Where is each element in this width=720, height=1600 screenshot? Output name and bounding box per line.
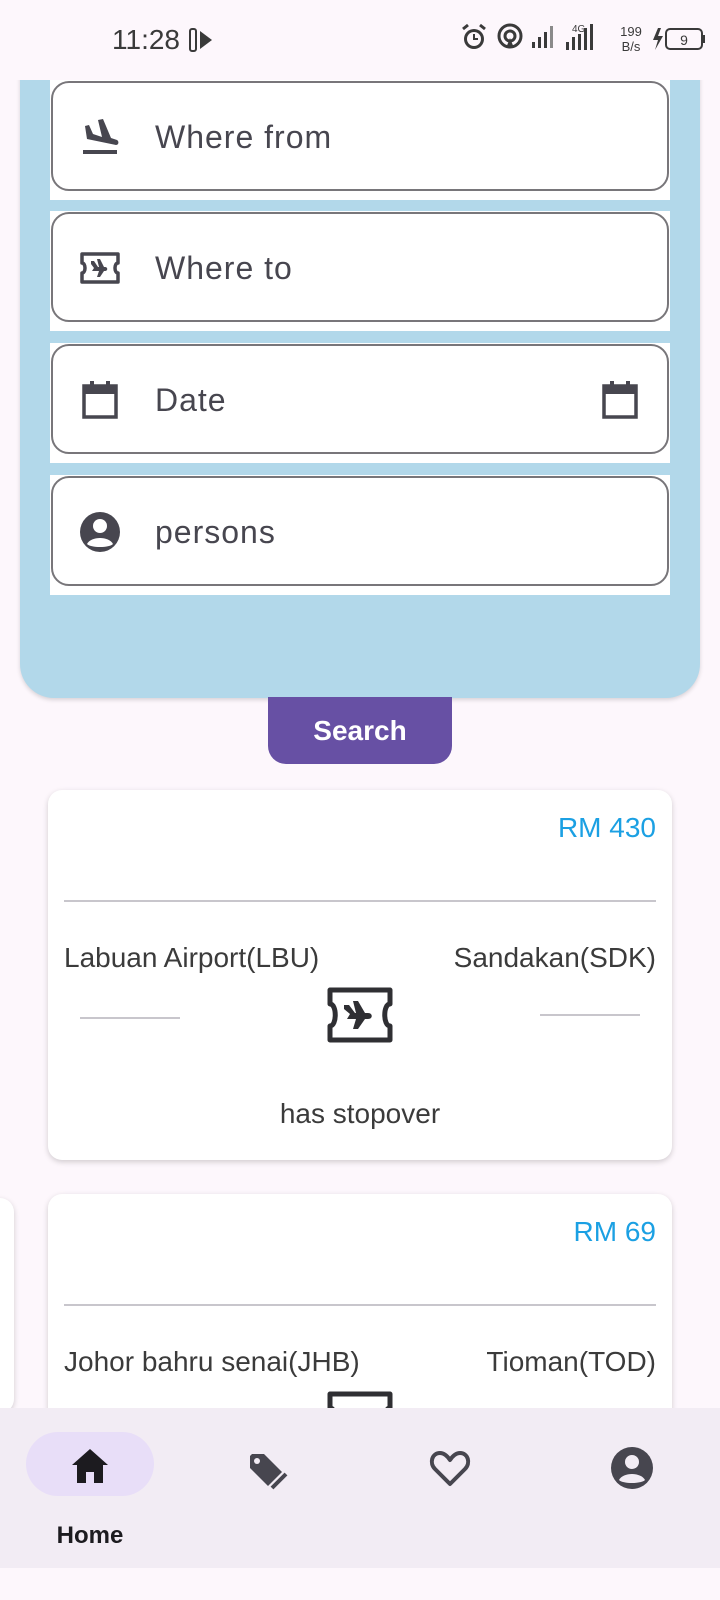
where-from-input[interactable]: Where from <box>51 81 669 191</box>
home-icon <box>68 1444 112 1488</box>
destination-airport: Tioman(TOD) <box>486 1346 656 1377</box>
persons-input[interactable]: persons <box>51 476 669 586</box>
bottom-nav: Home <box>0 1408 720 1568</box>
status-icons: 4G 199 B/s 9 <box>460 22 705 59</box>
alarm-icon <box>460 22 488 57</box>
origin-airport: Labuan Airport(LBU) <box>64 942 320 973</box>
calendar-picker-icon[interactable] <box>599 379 641 421</box>
notification-icon <box>188 27 216 58</box>
search-button[interactable]: Search <box>268 697 452 764</box>
svg-text:4G: 4G <box>572 24 586 35</box>
card-divider <box>64 900 656 902</box>
route-line-left <box>80 1017 180 1019</box>
airplane-ticket-icon <box>79 247 121 289</box>
svg-text:9: 9 <box>680 32 688 48</box>
nav-home[interactable]: Home <box>0 1408 180 1568</box>
nav-profile[interactable] <box>540 1408 720 1568</box>
persons-field-wrap: persons <box>50 475 670 595</box>
where-to-field-wrap: Where to <box>50 211 670 331</box>
airplane-ticket-icon <box>326 986 394 1044</box>
account-circle-icon <box>610 1446 654 1490</box>
nav-favorites[interactable] <box>360 1408 540 1568</box>
hotspot-icon <box>496 22 524 57</box>
nav-deals[interactable] <box>180 1408 360 1568</box>
net-speed: 199 B/s <box>614 24 648 54</box>
battery-icon: 9 <box>652 26 708 57</box>
card-divider <box>64 1304 656 1306</box>
signal-icon <box>530 22 558 57</box>
nav-home-label: Home <box>56 1522 124 1549</box>
persons-placeholder: persons <box>155 514 276 550</box>
account-circle-icon <box>79 511 121 553</box>
where-to-placeholder: Where to <box>155 250 293 286</box>
flight-price: RM 69 <box>573 1216 656 1247</box>
calendar-icon <box>79 379 121 421</box>
date-placeholder: Date <box>155 382 227 418</box>
origin-airport: Johor bahru senai(JHB) <box>64 1346 360 1377</box>
where-to-input[interactable]: Where to <box>51 212 669 322</box>
flight-price: RM 430 <box>557 812 656 843</box>
net-speed-unit: B/s <box>621 39 641 54</box>
where-from-placeholder: Where from <box>155 119 333 155</box>
stopover-note: has stopover <box>279 1098 441 1129</box>
flight-land-icon <box>79 116 121 158</box>
tag-icon <box>246 1446 290 1490</box>
date-input[interactable]: Date <box>51 344 669 454</box>
heart-icon <box>428 1446 472 1490</box>
where-from-field-wrap: Where from <box>50 80 670 200</box>
net-speed-value: 199 <box>620 24 642 39</box>
date-field-wrap: Date <box>50 343 670 463</box>
route-line-right <box>540 1014 640 1016</box>
status-time: 11:28 <box>112 24 180 55</box>
flight-card[interactable]: RM 430 Labuan Airport(LBU) Sandakan(SDK)… <box>48 790 672 1160</box>
side-card[interactable] <box>0 1198 14 1413</box>
signal-4g-icon: 4G <box>564 22 596 59</box>
destination-airport: Sandakan(SDK) <box>453 942 656 973</box>
gesture-bar-area <box>0 1568 720 1600</box>
status-bar: 11:28 4G 199 B/s 9 <box>0 0 720 80</box>
